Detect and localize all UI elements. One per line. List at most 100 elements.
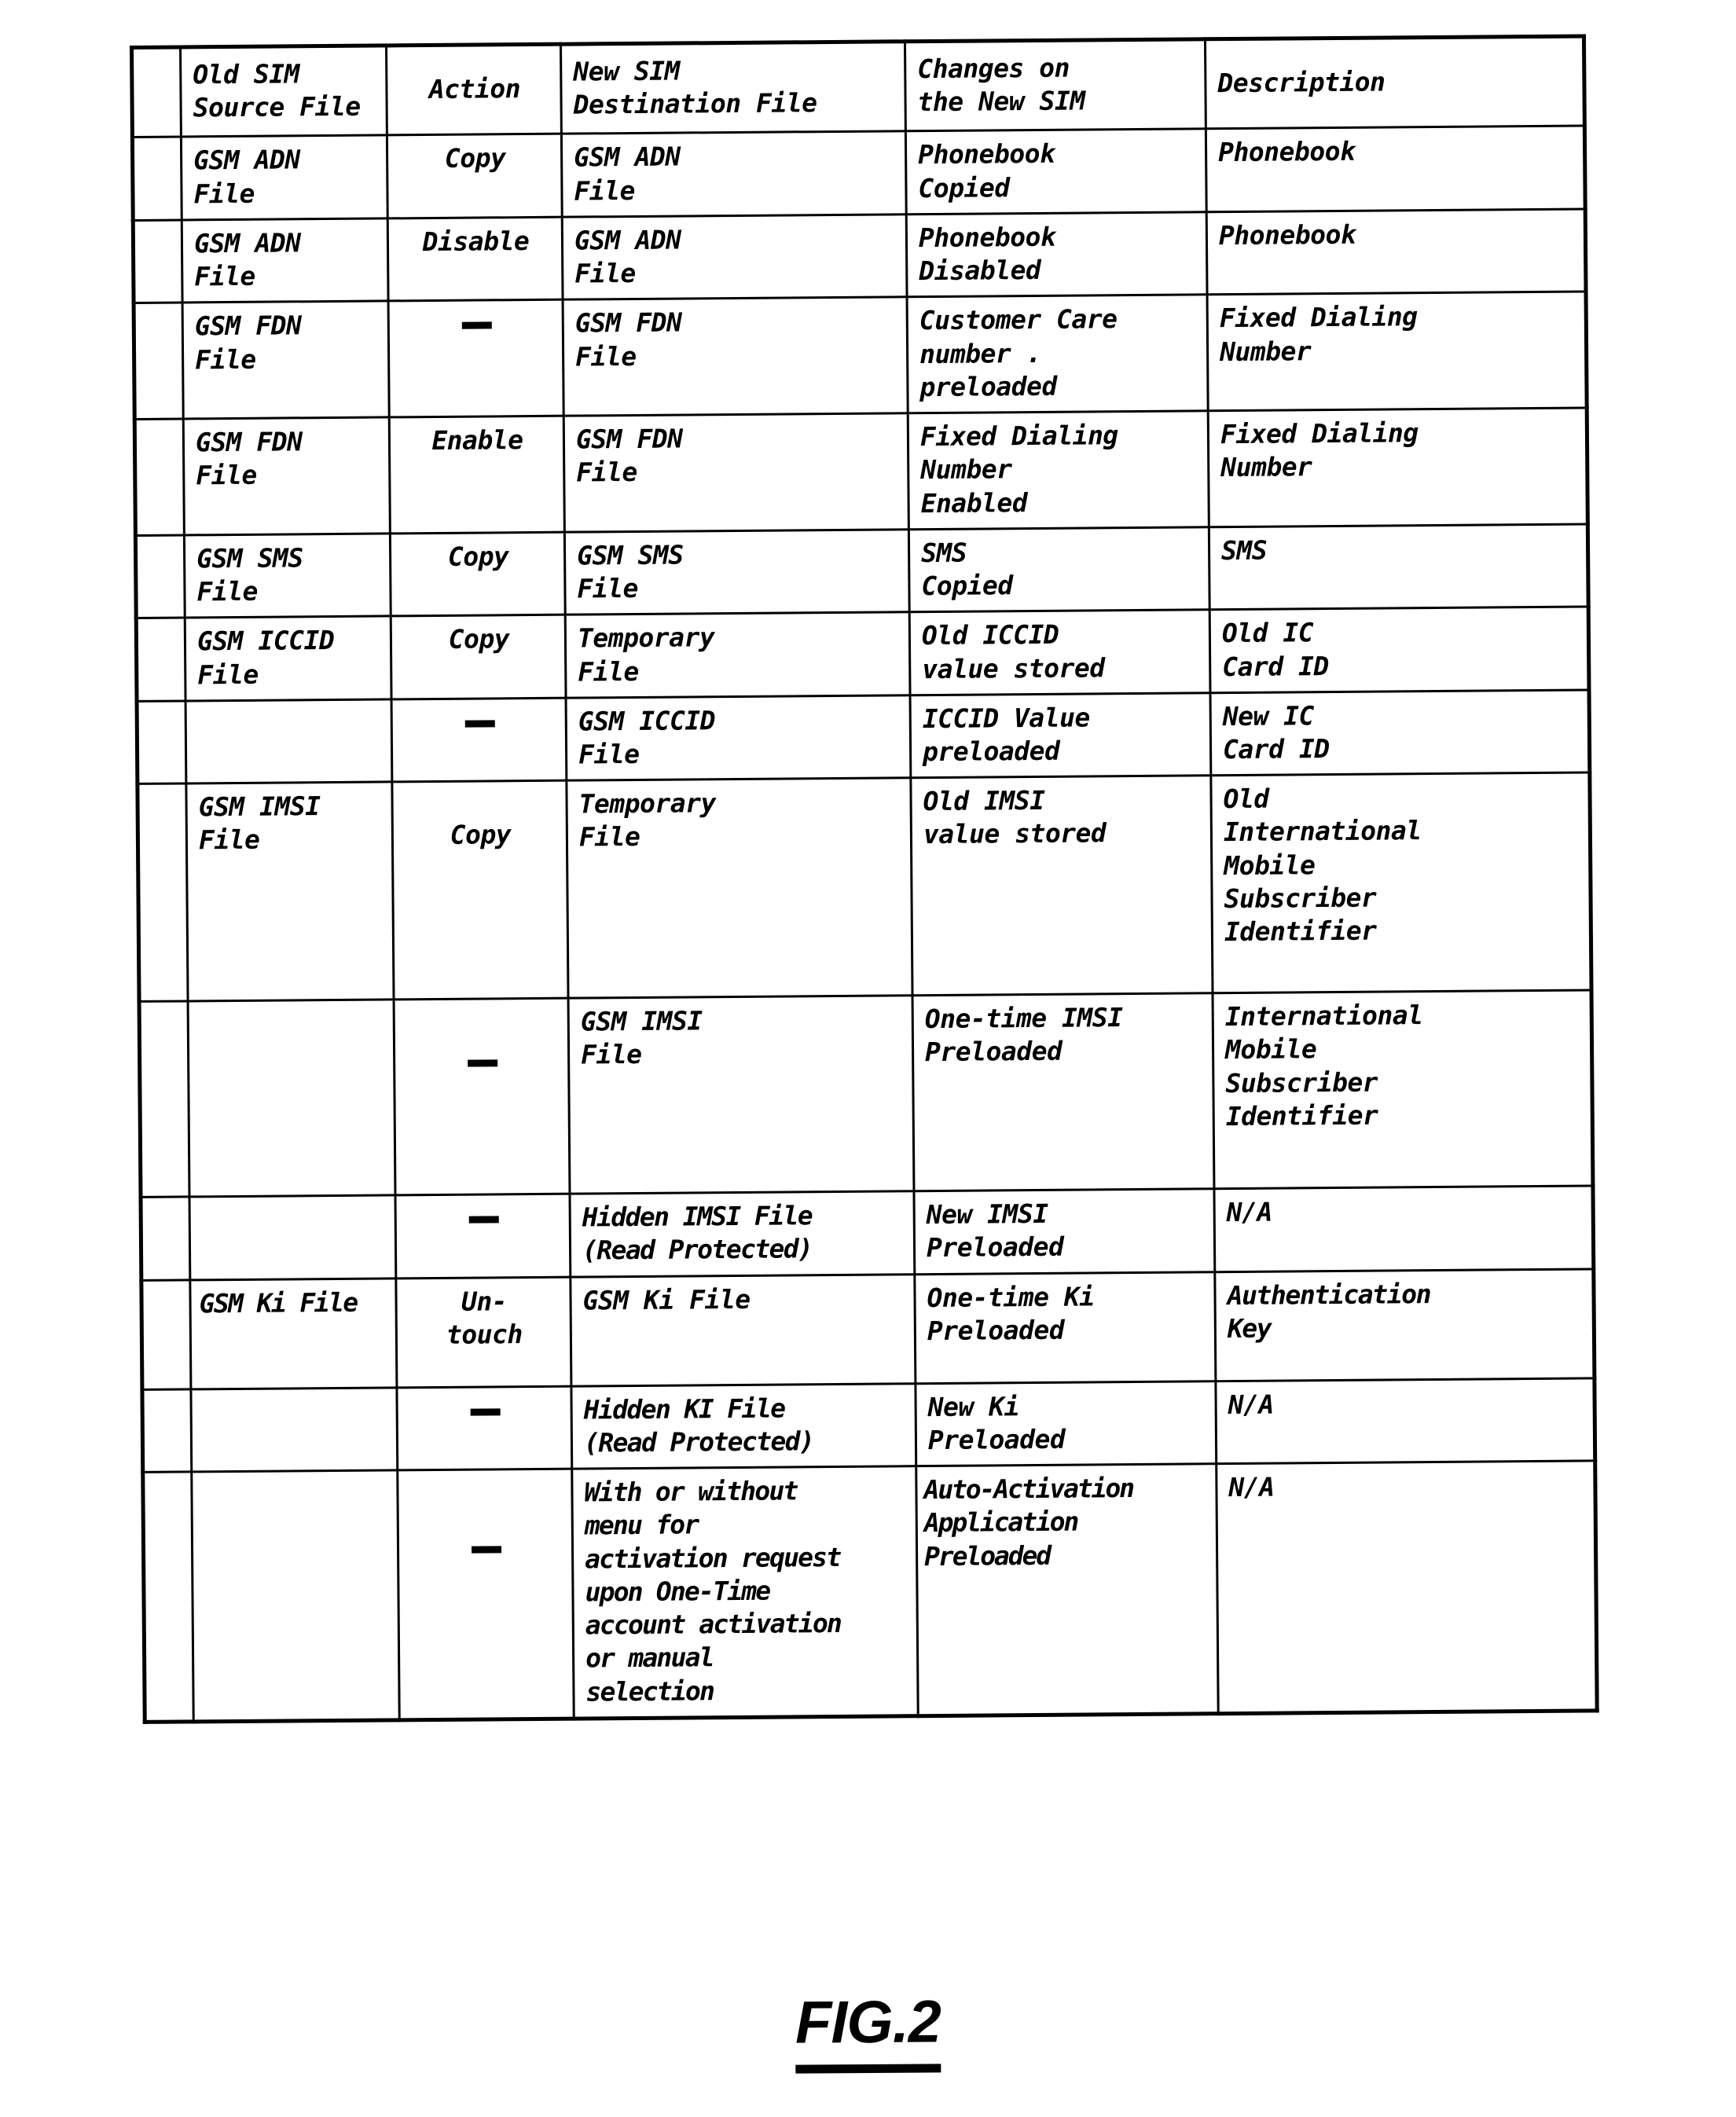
cell-old-sim [185,699,392,784]
header-cell-changes: Changes on the New SIM [905,39,1206,132]
row-marker [137,783,189,1002]
cell-description: N/A [1216,1461,1598,1714]
table-row: Hidden IMSI File (Read Protected) New IM… [141,1186,1594,1281]
cell-new-sim: GSM Ki File [570,1274,916,1386]
cell-description: Old IC Card ID [1209,607,1589,693]
cell-changes: SMS Copied [908,526,1210,613]
row-marker [135,534,185,618]
cell-action: Copy [390,531,566,617]
cell-new-sim: GSM ADN File [561,131,907,218]
cell-old-sim [191,1470,400,1722]
row-marker [137,700,186,784]
figure-caption-text: FIG.2 [795,1987,941,2074]
cell-new-sim: Temporary File [566,777,913,999]
cell-changes: New Ki Preloaded [915,1381,1217,1466]
header-cell-new-sim: New SIM Destination File [560,41,906,134]
cell-description: Authentication Key [1214,1268,1595,1381]
row-marker [141,1389,192,1473]
table-row: GSM ADN File Disable GSM ADN File Phoneb… [133,208,1587,303]
cell-description: Phonebook [1206,208,1587,295]
cell-new-sim: Hidden KI File (Read Protected) [571,1383,916,1469]
cell-old-sim [190,1387,398,1473]
cell-old-sim: GSM ADN File [181,135,388,220]
row-marker [136,618,186,702]
cell-new-sim: GSM IMSI File [568,995,914,1194]
cell-new-sim: GSM FDN File [563,413,909,532]
cell-old-sim [189,1195,396,1280]
cell-new-sim: GSM ICCID File [566,695,911,781]
cell-description: Fixed Dialing Number [1208,408,1588,527]
row-marker [141,1279,191,1390]
cell-old-sim: GSM Ki File [189,1278,397,1389]
cell-action: Un- touch [395,1276,571,1388]
table-header-row: Old SIM Source File Action New SIM Desti… [131,35,1585,138]
em-dash-icon [467,1059,497,1067]
cell-action: Enable [389,416,565,534]
header-cell-marker [131,46,182,138]
cell-changes: Customer Care number . preloaded [907,295,1209,413]
cell-new-sim: GSM FDN File [563,297,908,416]
cell-changes: New IMSI Preloaded [913,1188,1215,1275]
em-dash-icon [461,321,492,330]
cell-action [395,1194,571,1279]
row-marker [142,1472,194,1723]
table-row: With or without menu for activation requ… [142,1461,1598,1723]
em-dash-icon [464,720,495,728]
cell-description: Old International Mobile Subscriber Iden… [1210,772,1591,993]
cell-action [397,1469,574,1720]
row-marker [134,303,184,420]
cell-changes: Old ICCID value stored [909,610,1211,695]
table-row: GSM ADN File Copy GSM ADN File Phonebook… [132,126,1586,221]
cell-description: N/A [1213,1186,1594,1272]
cell-new-sim: With or without menu for activation requ… [571,1466,919,1719]
cell-changes: Phonebook Disabled [906,211,1208,298]
header-cell-old-sim: Old SIM Source File [180,45,387,138]
table-row: GSM IMSI File One-time IMSI Preloaded In… [139,990,1593,1198]
table-row: Hidden KI File (Read Protected) New Ki P… [141,1378,1595,1473]
em-dash-icon [470,1408,501,1416]
header-cell-action: Action [386,44,562,136]
cell-changes: Fixed Dialing Number Enabled [908,410,1209,530]
cell-description: SMS [1209,523,1589,611]
cell-changes: Old IMSI value stored [910,775,1213,996]
cell-description: Phonebook [1206,126,1586,212]
row-marker [132,137,182,221]
cell-new-sim: Hidden IMSI File (Read Protected) [569,1191,915,1277]
cell-new-sim: Temporary File [565,612,911,698]
cell-action: Copy [391,780,569,1000]
cell-changes: One-time IMSI Preloaded [912,992,1214,1191]
figure-2: Old SIM Source File Action New SIM Desti… [0,0,1736,2117]
table-row: GSM FDN File GSM FDN File Customer Care … [134,292,1587,420]
table-row: GSM SMS File Copy GSM SMS File SMS Copie… [135,523,1589,618]
table-row: GSM FDN File Enable GSM FDN File Fixed D… [134,408,1588,536]
em-dash-icon [468,1216,499,1224]
table-row: GSM ICCID File Copy Temporary File Old I… [136,607,1589,702]
cell-new-sim: GSM ADN File [562,214,908,300]
row-marker [141,1197,190,1281]
cell-old-sim [188,1000,396,1198]
cell-old-sim: GSM FDN File [182,301,390,420]
cell-new-sim: GSM SMS File [564,529,910,615]
sim-migration-table: Old SIM Source File Action New SIM Desti… [130,34,1599,1724]
cell-old-sim: GSM SMS File [184,533,391,618]
cell-action: Copy [387,134,563,218]
table-row: GSM ICCID File ICCID Value preloaded New… [137,689,1590,784]
sim-migration-table-wrapper: Old SIM Source File Action New SIM Desti… [130,34,1599,1724]
cell-old-sim: GSM FDN File [183,417,391,535]
row-marker [139,1001,190,1198]
cell-changes: Phonebook Copied [905,129,1207,215]
figure-caption: FIG.2 [0,1987,1736,2074]
table-row: GSM IMSI File Copy Temporary File Old IM… [137,772,1591,1002]
row-marker [133,219,183,303]
header-cell-description: Description [1205,35,1585,130]
em-dash-icon [471,1546,501,1554]
cell-action [391,697,567,783]
cell-action: Disable [387,217,563,302]
cell-description: N/A [1215,1378,1595,1464]
cell-old-sim: GSM ICCID File [185,616,392,701]
table-row: GSM Ki File Un- touch GSM Ki File One-ti… [141,1268,1595,1390]
cell-action [388,299,564,418]
cell-description: International Mobile Subscriber Identifi… [1213,990,1593,1189]
cell-description: New IC Card ID [1210,689,1590,776]
cell-old-sim: GSM IMSI File [185,782,395,1002]
